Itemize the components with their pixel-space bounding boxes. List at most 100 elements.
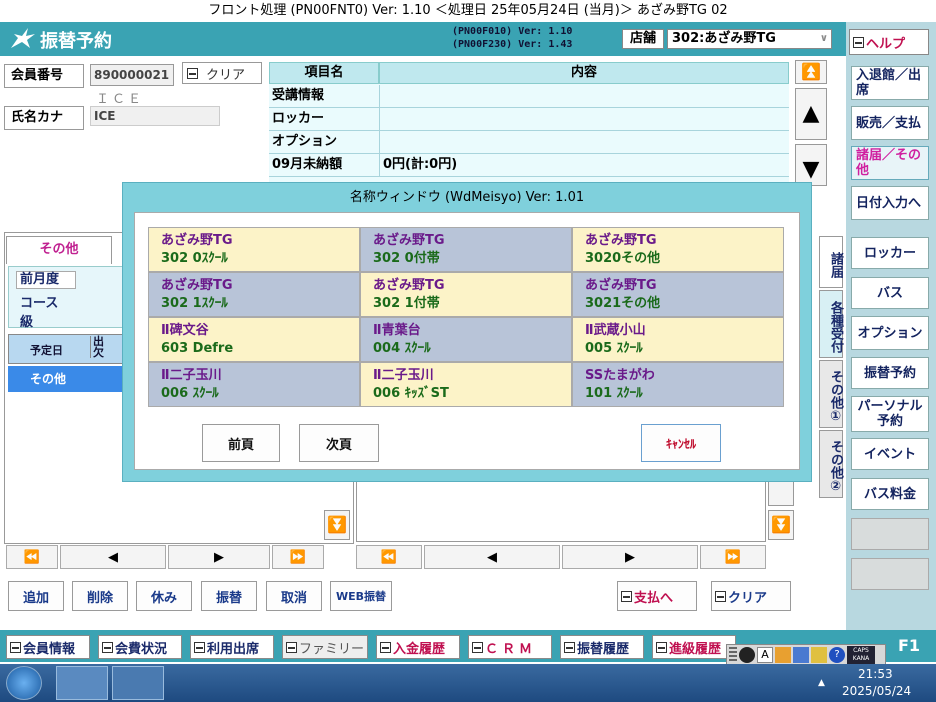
name-option-cell[interactable]: あざみ野TG 302 1ｽｸｰﾙ: [148, 272, 360, 317]
name-option-cell[interactable]: あざみ野TG 302 0ｽｸｰﾙ: [148, 227, 360, 272]
dialog-cancel-button[interactable]: ｷｬﾝｾﾙ: [641, 424, 721, 462]
name-option-cell[interactable]: あざみ野TG 3020その他: [572, 227, 784, 272]
vtab-other1[interactable]: その他①: [819, 360, 843, 428]
scroll-top-button[interactable]: ⏫: [795, 60, 827, 84]
locker-button[interactable]: ロッカー: [851, 237, 929, 269]
member-no-label: 会員番号: [4, 64, 84, 88]
member-name-sub: ＩＣＥ: [96, 92, 145, 107]
dialog-prev-button[interactable]: 前頁: [202, 424, 280, 462]
bottom-tab-label: ファミリー: [299, 641, 365, 657]
bottom-tab-promotion-history[interactable]: 進級履歴: [652, 635, 736, 659]
clock-time: 21:53: [858, 667, 893, 681]
event-button[interactable]: イベント: [851, 438, 929, 470]
scroll-up-button[interactable]: ▲: [795, 88, 827, 140]
rest-button[interactable]: 休み: [136, 581, 192, 611]
ime-tool-icon[interactable]: [811, 647, 827, 663]
tab-other[interactable]: その他: [6, 236, 112, 264]
info-row-key: 09月未納額: [269, 154, 379, 177]
chevron-down-icon: ∨: [819, 33, 828, 44]
store-select[interactable]: 302:あざみ野TG ∨: [667, 29, 832, 49]
left-next-button[interactable]: ▶: [168, 545, 270, 569]
vtab-other2[interactable]: その他②: [819, 430, 843, 498]
tray-arrow-icon[interactable]: ▲: [818, 678, 825, 688]
version-1: (PN00F010) Ver: 1.10: [452, 26, 573, 37]
dialog-next-button[interactable]: 次頁: [299, 424, 379, 462]
vtab-other1-label: その他①: [828, 370, 843, 424]
right-scroll-mid[interactable]: [768, 480, 794, 506]
name-option-cell[interactable]: あざみ野TG 302 0付帯: [360, 227, 572, 272]
ime-mode-icon[interactable]: [739, 647, 755, 663]
left-prev-button[interactable]: ◀: [60, 545, 166, 569]
name-option-cell[interactable]: Ⅱ武蔵小山 005 ｽｸｰﾙ: [572, 317, 784, 362]
name-option-store: あざみ野TG: [585, 233, 657, 248]
shotodoke-button[interactable]: 諸届／その他: [851, 146, 929, 180]
bottom-clear-button[interactable]: クリア: [711, 581, 791, 611]
right-scroll-bottom[interactable]: ⏬: [768, 510, 794, 540]
name-option-cell[interactable]: SSたまがわ 101 ｽｸｰﾙ: [572, 362, 784, 407]
delete-label: 削除: [86, 590, 113, 606]
right-first-button[interactable]: ⏪: [356, 545, 422, 569]
bottom-tab-label: 会員情報: [23, 641, 76, 657]
date-input-button[interactable]: 日付入力へ: [851, 186, 929, 220]
bottom-tab-payment-history[interactable]: 入金履歴: [376, 635, 460, 659]
nyutai-button[interactable]: 入退館／出席: [851, 66, 929, 100]
help-button[interactable]: ヘルプ: [849, 29, 929, 55]
name-option-cell[interactable]: あざみ野TG 302 1付帯: [360, 272, 572, 317]
scroll-down-button[interactable]: ▼: [795, 144, 827, 186]
personal-button[interactable]: パーソナル予約: [851, 396, 929, 432]
window-title-bar: フロント処理 (PN00FNT0) Ver: 1.10 ＜処理日 25年05月2…: [0, 0, 936, 22]
add-button[interactable]: 追加: [8, 581, 64, 611]
bottom-tab-transfer-history[interactable]: 振替履歴: [560, 635, 644, 659]
grade-label: 級: [20, 315, 34, 330]
ime-help-icon[interactable]: ?: [829, 647, 845, 663]
kana-field[interactable]: ICE: [90, 106, 220, 126]
web-transfer-label: WEB振替: [335, 590, 387, 603]
ime-dict-icon[interactable]: [793, 647, 809, 663]
name-option-code: 603 Defre: [161, 341, 234, 356]
bottom-tab-family[interactable]: ファミリー: [282, 635, 368, 659]
delete-button[interactable]: 削除: [72, 581, 128, 611]
member-no-field[interactable]: 890000021: [90, 64, 174, 86]
right-next-button[interactable]: ▶: [562, 545, 698, 569]
option-button[interactable]: オプション: [851, 316, 929, 350]
transfer-label: 振替: [215, 590, 242, 606]
right-last-button[interactable]: ⏩: [700, 545, 766, 569]
vtab-shotodoke[interactable]: 諸届: [819, 236, 843, 288]
help-icon: [853, 36, 864, 48]
taskbar-app-explorer[interactable]: [56, 666, 108, 700]
ime-a-icon[interactable]: A: [757, 647, 773, 663]
bus-fee-button[interactable]: バス料金: [851, 478, 929, 510]
cancel-reservation-button[interactable]: 取消: [266, 581, 322, 611]
name-option-store: SSたまがわ: [585, 368, 655, 383]
member-clear-button[interactable]: クリア: [182, 62, 262, 84]
left-last-button[interactable]: ⏩: [272, 545, 324, 569]
left-first-button[interactable]: ⏪: [6, 545, 58, 569]
web-transfer-button[interactable]: WEB振替: [330, 581, 392, 611]
bus-button[interactable]: バス: [851, 277, 929, 309]
right-prev-button[interactable]: ◀: [424, 545, 560, 569]
pay-button[interactable]: 支払へ: [617, 581, 697, 611]
start-button-icon[interactable]: [6, 666, 42, 700]
right-list-pane: [356, 480, 766, 542]
hanbai-button[interactable]: 販売／支払: [851, 106, 929, 140]
furikae-button[interactable]: 振替予約: [851, 357, 929, 389]
bottom-tab-fee[interactable]: 会費状況: [98, 635, 182, 659]
name-option-cell[interactable]: Ⅱ二子玉川 006 ｷｯｽﾞST: [360, 362, 572, 407]
name-option-cell[interactable]: Ⅱ二子玉川 006 ｽｸｰﾙ: [148, 362, 360, 407]
help-label: ヘルプ: [866, 36, 906, 52]
taskbar-app-window[interactable]: [112, 666, 164, 700]
bottom-tab-member[interactable]: 会員情報: [6, 635, 90, 659]
dialog-prev-label: 前頁: [227, 437, 254, 453]
vtab-kakushu[interactable]: 各種受付: [819, 290, 843, 358]
name-option-cell[interactable]: Ⅱ碑文谷 603 Defre: [148, 317, 360, 362]
bottom-tab-attendance[interactable]: 利用出席: [190, 635, 274, 659]
transfer-button[interactable]: 振替: [201, 581, 257, 611]
kana-label: KANA: [852, 655, 870, 662]
left-scroll-bottom[interactable]: ⏬: [324, 510, 350, 540]
bottom-tab-crm[interactable]: ＣＲＭ: [468, 635, 552, 659]
vtab-shotodoke-label: 諸届: [828, 252, 843, 278]
name-option-cell[interactable]: あざみ野TG 3021その他: [572, 272, 784, 317]
schedule-row-selected[interactable]: その他: [8, 366, 128, 392]
ime-pad-icon[interactable]: [775, 647, 791, 663]
name-option-cell[interactable]: Ⅱ青葉台 004 ｽｸｰﾙ: [360, 317, 572, 362]
